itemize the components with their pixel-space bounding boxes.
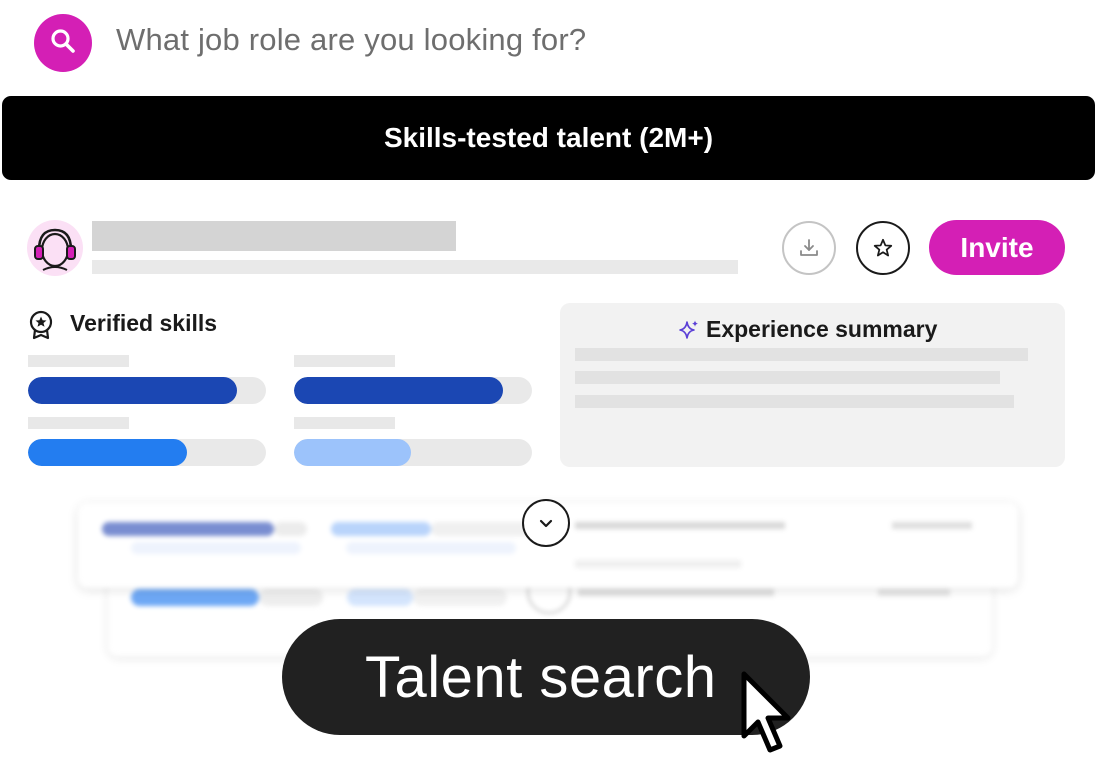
faded-text-line	[346, 542, 516, 554]
faded-text-line	[575, 522, 785, 529]
faded-skill-bar	[347, 589, 413, 606]
pointer-cursor-icon	[740, 670, 796, 761]
faded-skill-bar	[102, 522, 274, 536]
faded-skill-bar	[131, 589, 259, 606]
faded-text-line	[892, 522, 972, 529]
faded-text-line	[131, 542, 301, 554]
talent-search-label: Talent search	[365, 644, 717, 710]
chevron-down-icon	[539, 519, 553, 528]
faded-skill-track	[274, 522, 307, 536]
expand-button[interactable]	[522, 499, 570, 547]
talent-search-button[interactable]: Talent search	[282, 619, 810, 735]
faded-skill-track	[413, 589, 507, 606]
faded-text-line	[878, 589, 950, 596]
faded-text-line	[575, 560, 741, 568]
faded-skill-bar	[331, 522, 431, 536]
faded-skill-track	[259, 589, 323, 606]
faded-text-line	[578, 589, 774, 596]
